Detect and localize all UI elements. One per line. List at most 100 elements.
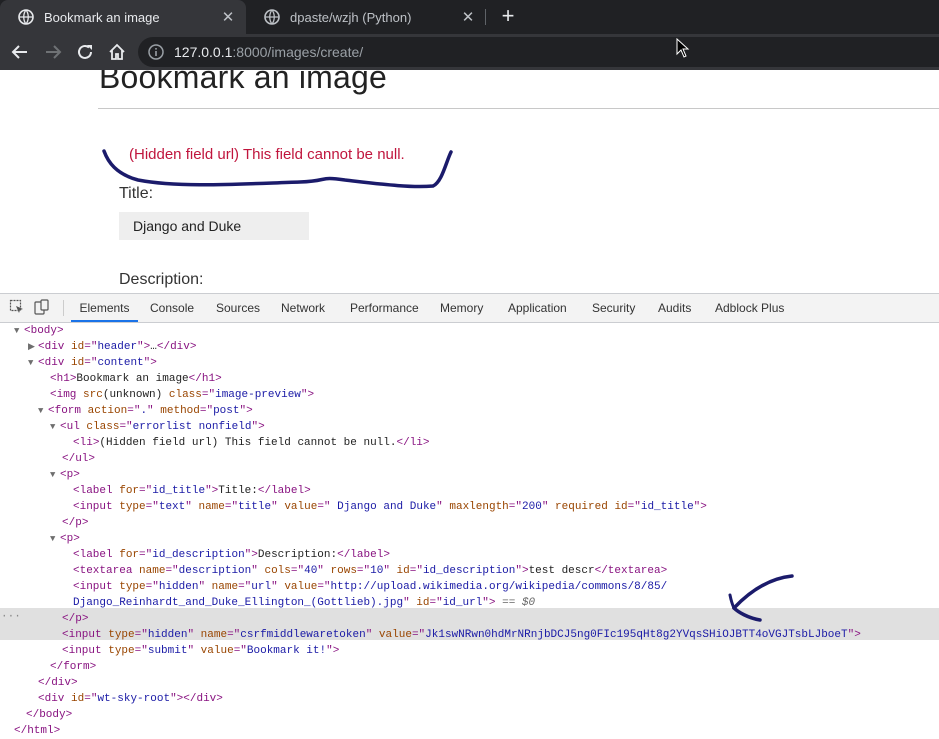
expand-triangle-icon[interactable]: ▶ <box>28 339 38 355</box>
globe-icon <box>264 9 280 25</box>
collapse-triangle-icon[interactable]: ▼ <box>50 419 60 435</box>
attr-name: name <box>139 565 166 577</box>
attr-name: id <box>396 565 410 577</box>
node-text: Description: <box>257 549 338 561</box>
node-menu-icon[interactable]: ··· <box>1 611 21 623</box>
tab-title: Bookmark an image <box>44 9 160 25</box>
tag-name: img <box>56 389 77 401</box>
new-tab-icon[interactable]: + <box>497 5 519 28</box>
dom-node-form[interactable]: ▼ <form action="." method="post"> <box>38 403 253 419</box>
dom-node-body-close[interactable]: </body> <box>26 707 72 723</box>
attr-value: submit <box>147 645 188 657</box>
attr-name: name <box>200 629 228 641</box>
tab-application[interactable]: Application <box>508 294 567 322</box>
device-toolbar-icon[interactable] <box>34 299 50 315</box>
attr-name: type <box>108 629 135 641</box>
tag-name: /div <box>44 677 72 689</box>
tag-name: /html <box>20 725 54 737</box>
attr-value: description <box>178 565 252 577</box>
dom-node-form-close[interactable]: </form> <box>50 659 96 675</box>
info-icon[interactable] <box>148 44 164 60</box>
attr-value: id_title <box>640 501 694 513</box>
dom-node-div-close[interactable]: </div> <box>38 675 78 691</box>
attr-value: errorlist nonfield <box>132 421 252 433</box>
attr-name: rows <box>330 565 357 577</box>
home-icon[interactable] <box>106 41 128 63</box>
tab-memory[interactable]: Memory <box>440 294 483 322</box>
url-host: 127.0.0.1 <box>174 44 233 60</box>
dom-node-input-url[interactable]: <input type="hidden" name="url" value="h… <box>73 579 667 595</box>
tab-security[interactable]: Security <box>592 294 635 322</box>
attr-value: 200 <box>522 501 542 513</box>
attr-name: for <box>119 485 140 497</box>
collapse-triangle-icon[interactable]: ▼ <box>28 355 38 371</box>
selected-node-marker: == $0 <box>502 597 536 609</box>
devtools-panel: Elements Console Sources Network Perform… <box>0 293 939 738</box>
attr-value: post <box>213 405 240 417</box>
tag-name: /form <box>56 661 90 673</box>
tab-network[interactable]: Network <box>281 294 325 322</box>
inspect-element-icon[interactable] <box>9 299 25 315</box>
attr-name: id <box>71 693 85 705</box>
attr-name: value <box>200 645 234 657</box>
collapse-triangle-icon[interactable]: ▼ <box>14 323 24 339</box>
tag-name: label <box>79 549 113 561</box>
tag-name: /div <box>189 693 217 705</box>
dom-node-input-title[interactable]: <input type="text" name="title" value=" … <box>73 499 707 515</box>
tab-console[interactable]: Console <box>150 294 194 322</box>
attr-value: 40 <box>304 565 318 577</box>
tab-bookmark-image[interactable]: Bookmark an image ✕ <box>0 0 246 34</box>
dom-node-p[interactable]: ▼ <p> <box>50 467 80 483</box>
dom-node-p-close[interactable]: </p> <box>62 515 88 531</box>
dom-node-h1[interactable]: <h1>Bookmark an image</h1> <box>50 371 222 387</box>
dom-node-p[interactable]: ▼ <p> <box>50 531 80 547</box>
attr-value: id_title <box>152 485 206 497</box>
underline-annotation <box>102 149 453 189</box>
attr-name: name <box>211 581 239 593</box>
close-tab-icon[interactable]: ✕ <box>220 9 236 26</box>
attr-name: required <box>555 501 608 513</box>
attr-value: text <box>158 501 186 513</box>
back-arrow-icon[interactable] <box>9 41 31 63</box>
dom-node-li[interactable]: <li>(Hidden field url) This field cannot… <box>73 435 430 451</box>
mouse-cursor-icon <box>676 38 690 58</box>
dom-node-label-description[interactable]: <label for="id_description">Description:… <box>73 547 390 563</box>
attr-name: id <box>416 597 430 609</box>
tag-name: textarea <box>79 565 133 577</box>
url-path: :8000/images/create/ <box>232 44 364 60</box>
dom-node-ul[interactable]: ▼ <ul class="errorlist nonfield"> <box>50 419 265 435</box>
tab-dpaste[interactable]: dpaste/wzjh (Python) ✕ <box>246 0 486 34</box>
dom-node-ul-close[interactable]: </ul> <box>62 451 95 467</box>
dom-node-input-url-cont[interactable]: Django_Reinhardt_and_Duke_Ellington_(Got… <box>73 595 535 611</box>
collapse-triangle-icon[interactable]: ▼ <box>38 403 48 419</box>
tag-name: div <box>44 357 65 369</box>
tab-adblock-plus[interactable]: Adblock Plus <box>715 294 784 322</box>
attr-value: url <box>251 581 272 593</box>
attr-name: id <box>71 357 85 369</box>
dom-node-header[interactable]: ▶ <div id="header">…</div> <box>28 339 196 355</box>
tag-name: /label <box>264 485 305 497</box>
dom-node-label-title[interactable]: <label for="id_title">Title:</label> <box>73 483 311 499</box>
attr-name: name <box>198 501 225 513</box>
dom-node-img[interactable]: <img src(unknown) class="image-preview"> <box>50 387 314 403</box>
attr-value: header <box>97 341 138 353</box>
tab-audits[interactable]: Audits <box>658 294 691 322</box>
collapse-triangle-icon[interactable]: ▼ <box>50 467 60 483</box>
arrow-annotation <box>728 574 794 622</box>
dom-node-body[interactable]: ▼ <body> <box>14 323 64 339</box>
close-tab-icon[interactable]: ✕ <box>460 9 476 26</box>
dom-node-content[interactable]: ▼ <div id="content"> <box>28 355 157 371</box>
tag-name: input <box>79 581 113 593</box>
tab-elements[interactable]: Elements <box>71 294 138 322</box>
tab-performance[interactable]: Performance <box>350 294 419 322</box>
address-bar[interactable]: 127.0.0.1:8000/images/create/ <box>138 37 939 67</box>
collapse-triangle-icon[interactable]: ▼ <box>50 531 60 547</box>
dom-node-textarea[interactable]: <textarea name="description" cols="40" r… <box>73 563 667 579</box>
forward-arrow-icon[interactable] <box>42 41 64 63</box>
dom-node-p-close[interactable]: </p> <box>62 611 88 627</box>
dom-node-wt-sky-root[interactable]: <div id="wt-sky-root"></div> <box>38 691 223 707</box>
attr-value: id_url <box>442 597 483 609</box>
dom-node-input-submit[interactable]: <input type="submit" value="Bookmark it!… <box>62 643 339 659</box>
reload-icon[interactable] <box>74 41 96 63</box>
tab-sources[interactable]: Sources <box>216 294 260 322</box>
